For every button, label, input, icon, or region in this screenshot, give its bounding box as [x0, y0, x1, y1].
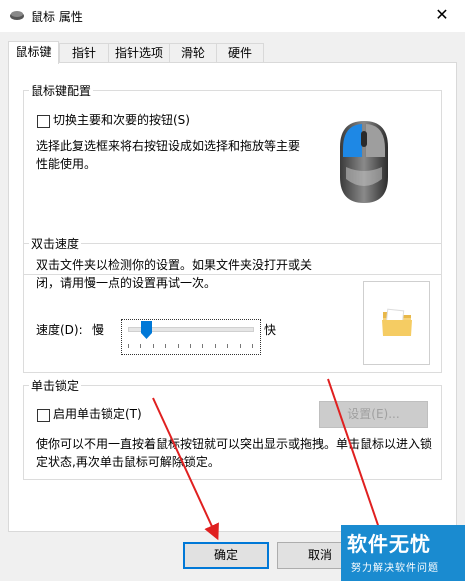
- slider-tick: [190, 344, 191, 348]
- slider-tick: [165, 344, 166, 348]
- mouse-illustration-icon: [340, 121, 388, 203]
- slider-tick: [240, 344, 241, 348]
- click-lock-group: 单击锁定 启用单击锁定(T) 设置(E)... 使你可以不用一直按着鼠标按钮就可…: [23, 377, 442, 480]
- click-lock-settings-button[interactable]: 设置(E)...: [319, 401, 428, 428]
- watermark-title: 软件无忧: [347, 532, 431, 556]
- window-title: 鼠标 属性: [31, 10, 83, 24]
- double-click-description: 双击文件夹以检测你的设置。如果文件夹没打开或关闭，请用慢一点的设置再试一次。: [36, 258, 313, 290]
- tab-buttons[interactable]: 鼠标键: [8, 41, 59, 64]
- slider-tick: [202, 344, 203, 348]
- slow-label: 慢: [92, 323, 105, 337]
- speed-slider-thumb[interactable]: [141, 321, 153, 339]
- slider-tick: [252, 344, 253, 348]
- watermark-subtitle: 努力解决软件问题: [351, 563, 439, 574]
- double-click-group: 双击速度 双击文件夹以检测你的设置。如果文件夹没打开或关闭，请用慢一点的设置再试…: [23, 235, 442, 373]
- switch-buttons-checkbox[interactable]: [37, 115, 50, 128]
- folder-icon[interactable]: [381, 308, 413, 338]
- switch-buttons-label[interactable]: 切换主要和次要的按钮(S): [53, 111, 190, 128]
- slider-tick: [128, 344, 129, 348]
- ok-button[interactable]: 确定: [183, 542, 269, 569]
- test-folder-area[interactable]: [363, 281, 430, 365]
- tab-pointer-options[interactable]: 指针选项: [108, 43, 170, 63]
- slider-tick: [215, 344, 216, 348]
- button-config-title: 鼠标键配置: [29, 82, 94, 99]
- tab-panel: 鼠标键配置 切换主要和次要的按钮(S) 选择此复选框来将右按钮设成如选择和拖放等…: [8, 62, 457, 532]
- click-lock-description: 使你可以不用一直按着鼠标按钮就可以突出显示或拖拽。单击鼠标以进入锁定状态,再次单…: [36, 437, 433, 469]
- close-button[interactable]: ✕: [419, 0, 465, 32]
- watermark: 软件无忧 努力解决软件问题: [341, 525, 465, 581]
- tab-pointers[interactable]: 指针: [59, 43, 109, 63]
- button-config-description: 选择此复选框来将右按钮设成如选择和拖放等主要性能使用。: [36, 139, 301, 171]
- mouse-icon: [10, 11, 24, 20]
- click-lock-checkbox[interactable]: [37, 409, 50, 422]
- slider-tick: [227, 344, 228, 348]
- slider-tick: [140, 344, 141, 348]
- slider-tick: [178, 344, 179, 348]
- speed-label: 速度(D):: [36, 323, 83, 337]
- title-bar: 鼠标 属性 ✕: [0, 0, 465, 32]
- tab-hardware[interactable]: 硬件: [216, 43, 264, 63]
- tab-wheel[interactable]: 滑轮: [169, 43, 217, 63]
- double-click-title: 双击速度: [29, 235, 82, 252]
- click-lock-title: 单击锁定: [29, 377, 82, 394]
- click-lock-label[interactable]: 启用单击锁定(T): [53, 405, 142, 422]
- speed-slider-focus: [121, 319, 261, 355]
- fast-label: 快: [264, 323, 277, 337]
- slider-tick: [153, 344, 154, 348]
